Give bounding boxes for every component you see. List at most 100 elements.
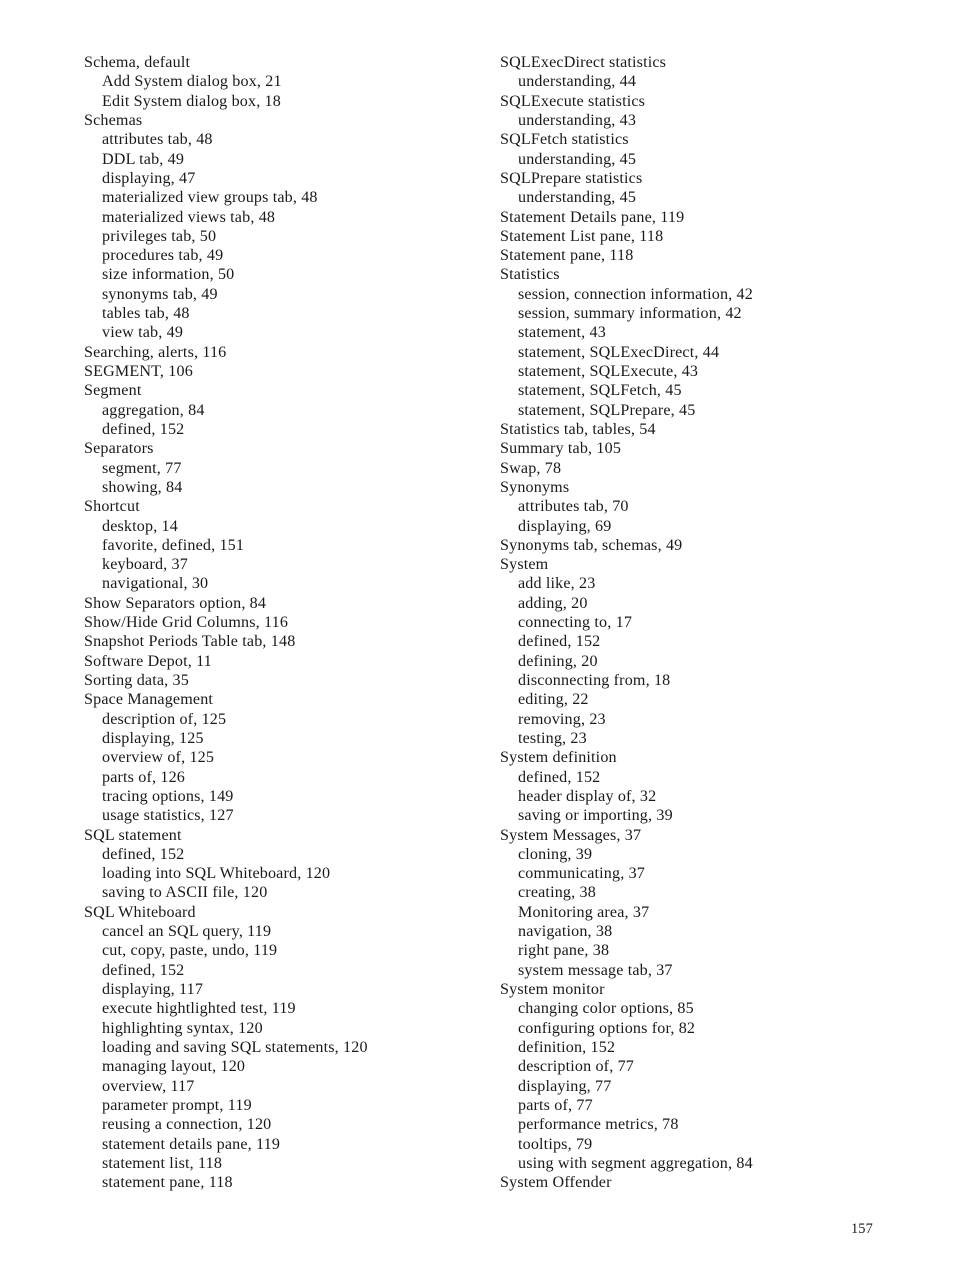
index-entry-sub: procedures tab, 49 — [102, 247, 224, 265]
index-entry-main: Searching, alerts, 116 — [84, 343, 227, 361]
index-entry-sub: connecting to, 17 — [518, 614, 633, 632]
index-entry-sub: navigational, 30 — [102, 575, 209, 593]
index-entry-sub: Edit System dialog box, 18 — [102, 92, 281, 110]
index-entry-main: Software Depot, 11 — [84, 652, 212, 670]
index-entry-main: System Messages, 37 — [500, 826, 642, 844]
index-entry-sub: favorite, defined, 151 — [102, 536, 245, 554]
index-entry-sub: overview of, 125 — [102, 749, 215, 767]
index-entry-main: Separators — [84, 440, 154, 458]
index-entry-sub: Add System dialog box, 21 — [102, 73, 282, 91]
index-entry-main: Schema, default — [84, 54, 191, 71]
index-entry-main: Swap, 78 — [500, 459, 562, 477]
index-entry-sub: tables tab, 48 — [102, 305, 190, 323]
index-entry-sub: understanding, 45 — [518, 150, 637, 168]
index-entry-sub: session, summary information, 42 — [518, 305, 742, 323]
index-entry-sub: displaying, 117 — [102, 981, 204, 998]
index-entry-sub: tracing options, 149 — [102, 787, 234, 805]
index-entry-main: Statistics — [500, 266, 560, 284]
index-entry-sub: loading into SQL Whiteboard, 120 — [102, 865, 331, 883]
index-entry-sub: aggregation, 84 — [102, 401, 205, 419]
index-entry-main: SQLExecDirect statistics — [500, 54, 667, 71]
index-entry-main: SQLExecute statistics — [500, 92, 646, 110]
index-entry-sub: statement, SQLFetch, 45 — [518, 382, 682, 400]
index-columns: Schema, default Add System dialog box, 21… — [84, 53, 874, 1192]
index-entry-sub: performance metrics, 78 — [518, 1116, 679, 1134]
index-entry-sub: configuring options for, 82 — [518, 1019, 696, 1037]
index-entry-main: Snapshot Periods Table tab, 148 — [84, 633, 296, 651]
index-entry-sub: privileges tab, 50 — [102, 227, 217, 245]
index-entry-sub: displaying, 47 — [102, 169, 196, 187]
index-entry-sub: defined, 152 — [102, 420, 185, 438]
index-entry-sub: displaying, 125 — [102, 729, 204, 747]
index-entry-sub: view tab, 49 — [102, 324, 184, 342]
index-entry-sub: understanding, 45 — [518, 189, 637, 207]
index-entry-sub: statement details pane, 119 — [102, 1135, 281, 1153]
index-entry-sub: right pane, 38 — [518, 942, 610, 960]
index-entry-sub: using with segment aggregation, 84 — [518, 1154, 753, 1172]
index-entry-sub: disconnecting from, 18 — [518, 672, 671, 689]
index-page: Schema, default Add System dialog box, 21… — [0, 0, 954, 1271]
index-entry-sub: desktop, 14 — [102, 517, 178, 535]
index-entry-sub: materialized views tab, 48 — [102, 208, 276, 226]
index-entry-sub: size information, 50 — [102, 266, 235, 284]
index-entry-sub: attributes tab, 70 — [518, 498, 629, 516]
index-entry-sub: synonyms tab, 49 — [102, 285, 218, 303]
index-entry-sub: session, connection information, 42 — [518, 285, 753, 303]
index-entry-sub: defined, 152 — [518, 768, 601, 786]
index-entry-main: System monitor — [500, 981, 605, 998]
index-entry-main: Statement List pane, 118 — [500, 227, 664, 245]
index-entry-main: System definition — [500, 749, 617, 767]
index-entry-sub: Monitoring area, 37 — [518, 903, 650, 921]
index-entry-sub: DDL tab, 49 — [102, 150, 185, 168]
index-entry-sub: statement pane, 118 — [102, 1174, 233, 1192]
index-entry-sub: keyboard, 37 — [102, 556, 188, 574]
index-entry-main: Show Separators option, 84 — [84, 594, 267, 612]
index-entry-sub: usage statistics, 127 — [102, 807, 234, 825]
index-entry-sub: definition, 152 — [518, 1038, 616, 1056]
index-entry-sub: removing, 23 — [518, 710, 606, 728]
index-entry-sub: creating, 38 — [518, 884, 596, 902]
index-entry-sub: cut, copy, paste, undo, 119 — [102, 942, 278, 960]
index-entry-main: Sorting data, 35 — [84, 672, 189, 689]
index-entry-main: SEGMENT, 106 — [84, 363, 193, 380]
index-entry-sub: description of, 77 — [518, 1058, 634, 1076]
index-entry-sub: communicating, 37 — [518, 865, 645, 883]
index-entry-main: Statement Details pane, 119 — [500, 208, 685, 226]
index-entry-main: Schemas — [84, 111, 143, 129]
index-entry-sub: parts of, 126 — [102, 768, 185, 786]
index-entry-sub: highlighting syntax, 120 — [102, 1019, 263, 1037]
index-entry-sub: attributes tab, 48 — [102, 131, 213, 149]
index-entry-sub: execute hightlighted test, 119 — [102, 1000, 296, 1018]
index-entry-sub: statement, SQLExecDirect, 44 — [518, 343, 720, 361]
index-column-left: Schema, default Add System dialog box, 21… — [84, 53, 479, 1192]
index-entry-sub: defined, 152 — [102, 961, 185, 979]
index-entry-sub: adding, 20 — [518, 594, 588, 612]
index-entry-sub: parameter prompt, 119 — [102, 1096, 252, 1114]
index-entry-sub: cancel an SQL query, 119 — [102, 923, 272, 941]
index-entry-sub: defined, 152 — [518, 633, 601, 651]
index-entry-main: System Offender — [500, 1174, 612, 1192]
index-entry-main: System — [500, 556, 549, 574]
index-column-right: SQLExecDirect statistics understanding, 4… — [479, 53, 874, 1192]
index-entry-main: Synonyms tab, schemas, 49 — [500, 536, 683, 554]
index-entry-sub: materialized view groups tab, 48 — [102, 189, 318, 207]
index-entry-sub: statement, SQLExecute, 43 — [518, 363, 699, 380]
index-entry-main: Statistics tab, tables, 54 — [500, 420, 656, 438]
index-entry-sub: displaying, 69 — [518, 517, 612, 535]
index-entry-sub: defined, 152 — [102, 845, 185, 863]
index-entry-main: Segment — [84, 382, 142, 400]
page-number: 157 — [850, 1221, 873, 1237]
index-entry-sub: displaying, 77 — [518, 1077, 612, 1095]
index-entry-sub: description of, 125 — [102, 710, 227, 728]
index-entry-main: Statement pane, 118 — [500, 247, 634, 265]
index-entry-main: Shortcut — [84, 498, 140, 516]
index-entry-sub: understanding, 43 — [518, 111, 637, 129]
index-entry-sub: header display of, 32 — [518, 787, 657, 805]
index-entry-sub: defining, 20 — [518, 652, 598, 670]
index-entry-main: SQLPrepare statistics — [500, 169, 643, 187]
index-entry-sub: showing, 84 — [102, 478, 183, 496]
index-entry-sub: changing color options, 85 — [518, 1000, 694, 1018]
index-entry-main: SQL Whiteboard — [84, 903, 196, 921]
index-entry-sub: add like, 23 — [518, 575, 596, 593]
index-entry-sub: saving to ASCII file, 120 — [102, 884, 268, 902]
